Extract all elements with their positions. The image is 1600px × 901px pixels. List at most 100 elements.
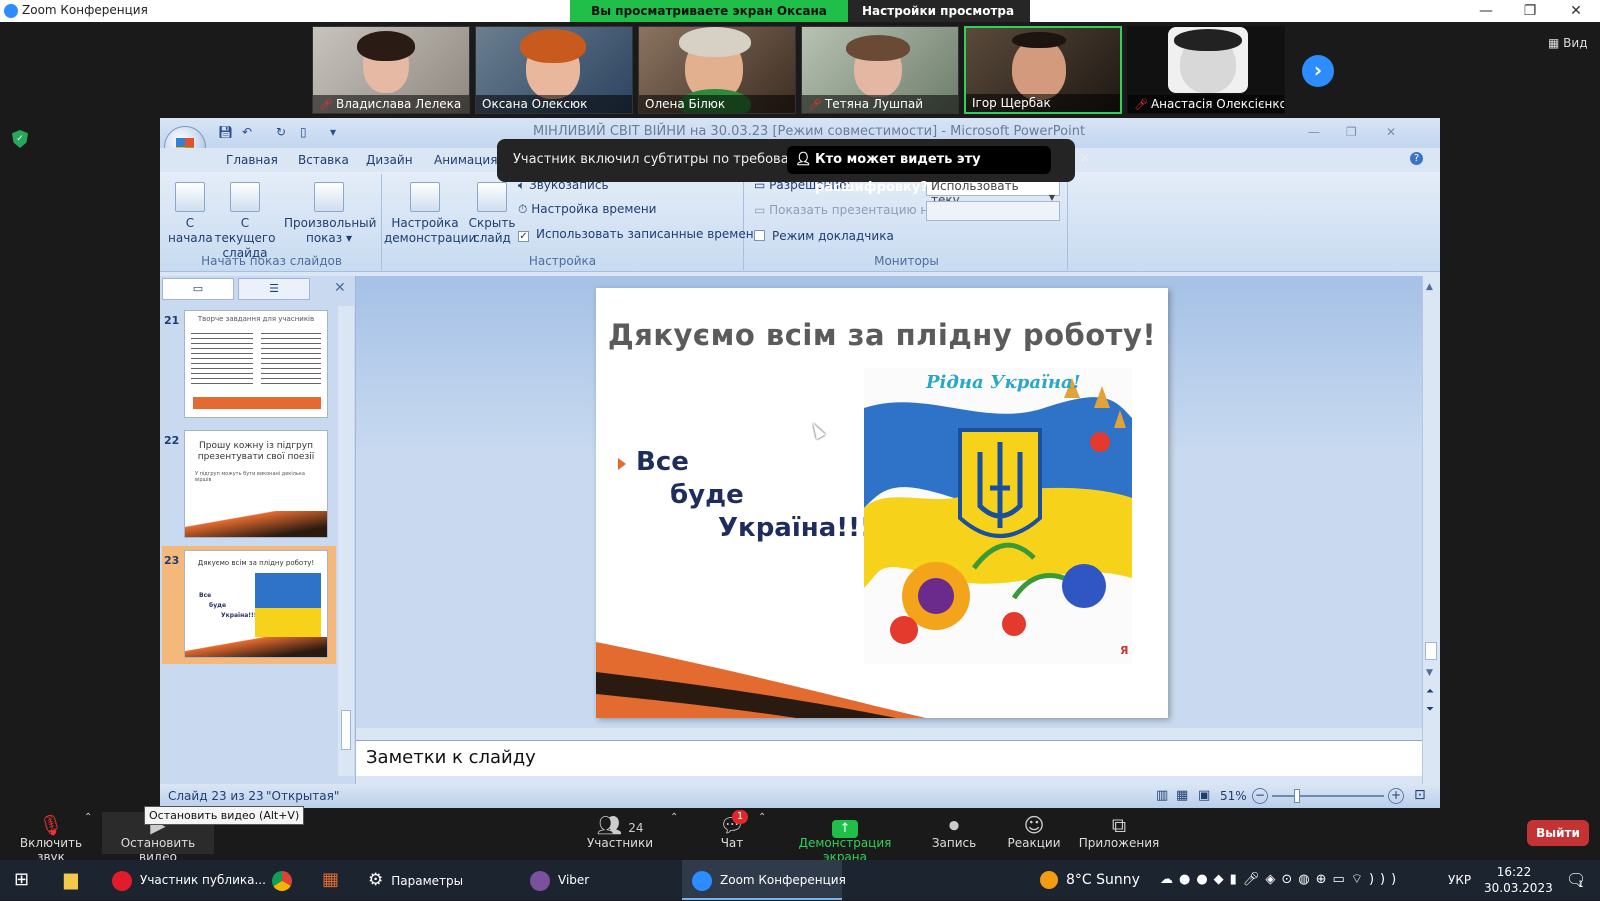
scroll-up-icon[interactable]: ▲ <box>1426 282 1433 292</box>
setup-icon <box>410 182 440 212</box>
projector-icon <box>175 182 205 212</box>
setup-show-button[interactable]: Настройка демонстрации <box>384 182 476 246</box>
record-button[interactable]: ⏺ Запись <box>924 814 984 850</box>
workspace-scrollbar[interactable]: ▲ ▼ ⏶ ⏷ <box>1422 276 1440 784</box>
zoom-out-icon[interactable]: − <box>1252 788 1268 804</box>
who-can-see-button[interactable]: 👤︎ Кто может видеть эту расшифровку? <box>787 146 1051 195</box>
ppt-close-icon[interactable]: ✕ <box>1386 125 1400 139</box>
app-grid-icon[interactable]: ▦ <box>322 860 339 900</box>
participant-tile-active[interactable]: Ігор Щербак <box>964 26 1122 114</box>
taskbar-opera[interactable]: Участник публика... <box>108 860 266 900</box>
audio-options-chevron-icon[interactable]: ⌃ <box>84 812 92 823</box>
participant-tile[interactable]: 🎤︎ Анастасія Олексієнко <box>1127 26 1285 114</box>
customize-qat-icon[interactable]: ▾ <box>330 125 344 139</box>
save-icon[interactable]: 💾︎ <box>218 125 233 139</box>
taskbar-settings[interactable]: ⚙ Параметры <box>368 860 498 900</box>
from-current-button[interactable]: С текущего слайда <box>212 182 278 261</box>
weather-widget[interactable]: 8°C Sunny <box>1040 860 1140 900</box>
rehearse-timings-button[interactable]: ⏱ Настройка времени <box>518 202 656 217</box>
help-icon[interactable]: ? <box>1410 152 1423 165</box>
clock[interactable]: 16:22 30.03.2023 <box>1484 864 1553 896</box>
slide-counter: Слайд 23 из 23 <box>168 789 264 803</box>
next-participants-button[interactable]: › <box>1302 55 1334 87</box>
slide-notes[interactable]: Заметки к слайду <box>356 740 1422 776</box>
slide-thumbnail-22[interactable]: Прошу кожну із підгруп презентувати свої… <box>184 430 328 538</box>
chat-chevron-icon[interactable]: ⌃ <box>758 812 766 823</box>
tray-icons[interactable]: ☁︎●●◆▮🎤︎◈⊙◍⊕▭⌔))) <box>1160 860 1402 900</box>
view-label: Вид <box>1563 36 1588 50</box>
new-icon[interactable]: ▯ <box>300 125 314 139</box>
fit-to-window-icon[interactable]: ⊡ <box>1414 787 1426 803</box>
from-beginning-button[interactable]: С начала <box>168 182 213 246</box>
hide-slide-button[interactable]: Скрыть слайд <box>468 182 516 246</box>
tab-animation[interactable]: Анимация <box>434 153 497 167</box>
taskbar-label: Viber <box>558 873 590 887</box>
btn-label: Запись <box>931 836 977 850</box>
participant-tile[interactable]: Оксана Олексюк <box>475 26 633 114</box>
show-on-select[interactable] <box>926 201 1060 221</box>
slide-bullet[interactable]: Все буде Україна!!! <box>618 446 872 545</box>
zoom-slider-thumb[interactable] <box>1294 789 1300 803</box>
taskbar-zoom[interactable]: Zoom Конференция <box>682 860 846 900</box>
tab-slides-icon[interactable]: ▭ <box>162 278 234 300</box>
participants-chevron-icon[interactable]: ⌃ <box>670 812 678 823</box>
security-shield-icon[interactable]: ✓ <box>12 130 28 148</box>
maximize-button[interactable]: ❐ <box>1508 0 1552 22</box>
taskbar-label: Zoom Конференция <box>720 873 846 887</box>
chrome-icon[interactable] <box>272 860 300 900</box>
close-button[interactable]: ✕ <box>1554 0 1598 22</box>
leave-button[interactable]: Выйти <box>1527 820 1589 846</box>
thumbs-scrollbar[interactable] <box>338 306 354 776</box>
tab-outline-icon[interactable]: ☰ <box>238 278 310 300</box>
redo-icon[interactable]: ↻ <box>276 125 290 139</box>
tab-insert[interactable]: Вставка <box>298 153 349 167</box>
participant-name: Тетяна Лушпай <box>824 97 924 111</box>
minimize-button[interactable]: — <box>1464 0 1508 22</box>
ppt-restore-icon[interactable]: ❐ <box>1346 125 1360 139</box>
slide-title[interactable]: Дякуємо всім за плідну роботу! <box>596 318 1168 352</box>
participant-tile[interactable]: 🎤︎ Владислава Лелека <box>312 26 470 114</box>
zoom-slider[interactable] <box>1272 795 1384 797</box>
participant-tile[interactable]: Олена Білюк <box>638 26 796 114</box>
unmute-button[interactable]: 🎙︎ Включить звук <box>8 814 94 864</box>
apps-button[interactable]: ⧉ Приложения <box>1076 814 1162 850</box>
ukraine-flag-image[interactable]: Рідна Україна! Я <box>864 368 1132 664</box>
captions-message: Участник включил субтитры по требованию <box>513 152 817 167</box>
use-timings-checkbox[interactable]: ✓ Использовать записанные времена <box>518 227 761 242</box>
participant-tile[interactable]: 🎤︎ Тетяна Лушпай <box>801 26 959 114</box>
btn-label: Приложения <box>1078 836 1160 850</box>
close-notification-button[interactable]: × <box>1079 150 1091 166</box>
share-screen-button[interactable]: ↑ Демонстрация экрана <box>780 814 910 864</box>
slide-thumbnail-23-selected[interactable]: Дякуємо всім за плідну роботу! Все буде … <box>184 550 328 658</box>
close-pane-icon[interactable]: ✕ <box>334 280 346 296</box>
view-settings-button[interactable]: Настройки просмотра ⌄ <box>848 0 1030 40</box>
participants-button[interactable]: 👥︎ 24 Участники <box>586 814 654 850</box>
slideshow-view-icon[interactable]: ▣ <box>1198 788 1210 803</box>
language-indicator[interactable]: УКР <box>1448 860 1471 900</box>
slide-thumbnail-21[interactable]: Творче завдання для учасників <box>184 310 328 418</box>
custom-show-button[interactable]: Произвольный показ ▾ <box>284 182 376 246</box>
tab-home[interactable]: Главная <box>226 153 278 167</box>
prev-slide-icon[interactable]: ⏶ <box>1426 686 1434 697</box>
normal-view-icon[interactable]: ▥ <box>1156 788 1168 803</box>
sorter-view-icon[interactable]: ▦ <box>1176 788 1188 803</box>
taskbar-viber[interactable]: Viber <box>530 860 650 900</box>
scroll-thumb[interactable] <box>1425 642 1437 660</box>
scroll-thumb[interactable] <box>341 710 351 750</box>
current-slide[interactable]: Дякуємо всім за плідну роботу! Все буде … <box>596 288 1168 718</box>
zoom-in-icon[interactable]: + <box>1388 788 1404 804</box>
file-explorer-icon[interactable]: ▆ <box>64 860 78 900</box>
undo-icon[interactable]: ↶ <box>242 125 256 139</box>
btn-label: С начала <box>168 216 213 245</box>
group-setup: Настройка демонстрации Скрыть слайд 🔈︎ З… <box>382 174 761 270</box>
presenter-view-checkbox[interactable]: Режим докладчика <box>754 229 894 243</box>
windows-start-icon[interactable]: ⊞ <box>14 860 29 900</box>
ppt-minimize-icon[interactable]: — <box>1308 125 1322 139</box>
scroll-down-icon[interactable]: ▼ <box>1426 668 1433 678</box>
zoom-level[interactable]: 51% <box>1220 789 1247 803</box>
next-slide-icon[interactable]: ⏷ <box>1426 704 1434 715</box>
notification-count: 1 <box>1578 880 1584 890</box>
view-button[interactable]: ▦ Вид <box>1548 36 1587 50</box>
tab-design[interactable]: Дизайн <box>366 153 413 167</box>
reactions-button[interactable]: ☺ Реакции <box>1004 814 1064 850</box>
